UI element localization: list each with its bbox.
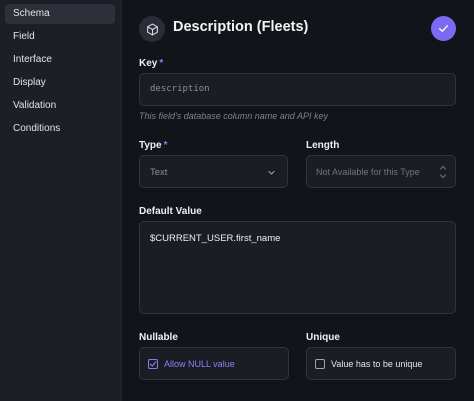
key-hint: This field's database column name and AP… [139,111,328,121]
save-button[interactable] [431,16,456,41]
unique-checkbox[interactable]: Value has to be unique [306,347,456,380]
sidebar-item-interface[interactable]: Interface [5,50,115,70]
default-value-text: $CURRENT_USER.first_name [150,233,281,244]
key-input-value: description [150,84,210,94]
collection-icon-badge [139,16,165,42]
sidebar-item-field[interactable]: Field [5,27,115,47]
stepper-icon [439,165,447,179]
check-icon [149,361,157,367]
length-label: Length [306,140,340,151]
type-select[interactable]: Text [139,155,288,188]
key-label: Key * [139,58,163,69]
check-icon [439,25,448,32]
type-label-text: Type [139,140,162,151]
cube-icon [146,23,158,35]
type-label: Type * [139,140,168,151]
sidebar-item-conditions[interactable]: Conditions [5,119,115,139]
default-value-textarea[interactable]: $CURRENT_USER.first_name [139,221,456,314]
nullable-label: Nullable [139,332,178,343]
key-input[interactable]: description [139,73,456,106]
sidebar-item-schema[interactable]: Schema [5,4,115,24]
length-input: Not Available for this Type [306,155,456,188]
sidebar-item-display[interactable]: Display [5,73,115,93]
nullable-checkbox[interactable]: Allow NULL value [139,347,289,380]
unique-checkbox-label: Value has to be unique [331,359,423,369]
sidebar: Schema Field Interface Display Validatio… [0,0,122,401]
sidebar-item-validation[interactable]: Validation [5,96,115,116]
length-placeholder: Not Available for this Type [316,167,420,177]
unique-label: Unique [306,332,340,343]
nullable-checkbox-label: Allow NULL value [164,359,235,369]
unique-checkbox-box[interactable] [315,359,325,369]
nullable-checkbox-box[interactable] [148,359,158,369]
main-panel: Description (Fleets) Key * description Th… [122,0,474,401]
required-marker: * [163,140,168,151]
type-select-value: Text [150,167,168,178]
default-value-label: Default Value [139,206,202,217]
key-label-text: Key [139,58,158,69]
required-marker: * [159,58,164,69]
chevron-down-icon [268,170,275,175]
page-title: Description (Fleets) [173,19,309,35]
